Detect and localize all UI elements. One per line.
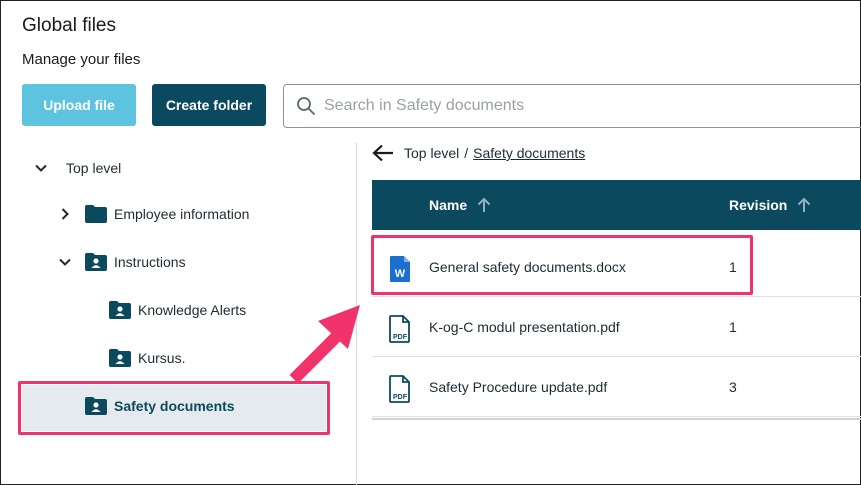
tree-item-label: Instructions [114, 254, 186, 270]
table-bottom-border [372, 418, 861, 420]
tree-item-label: Employee information [114, 206, 250, 222]
table-row[interactable]: PDF Safety Procedure update.pdf 3 [372, 357, 861, 417]
file-revision: 1 [729, 319, 737, 335]
shared-folder-icon [85, 253, 107, 271]
table-row[interactable]: PDF K-og-C modul presentation.pdf 1 [372, 297, 861, 357]
breadcrumb-current[interactable]: Safety documents [473, 145, 585, 161]
back-arrow-icon[interactable] [372, 144, 394, 162]
chevron-down-icon[interactable] [34, 161, 48, 175]
tree-item-knowledge-alerts[interactable]: Knowledge Alerts [108, 300, 246, 320]
svg-text:PDF: PDF [393, 334, 408, 341]
breadcrumb: Top level / Safety documents [372, 144, 585, 162]
chevron-down-icon[interactable] [58, 255, 72, 269]
annotation-highlight-box [371, 235, 753, 295]
search-box[interactable] [283, 84, 861, 128]
pdf-icon: PDF [389, 315, 410, 343]
column-header-revision[interactable]: Revision [729, 180, 811, 230]
file-name[interactable]: Safety Procedure update.pdf [429, 357, 607, 417]
table-header: Name Revision [372, 180, 861, 230]
upload-file-button[interactable]: Upload file [22, 84, 136, 126]
tree-item-instructions[interactable]: Instructions [58, 252, 186, 272]
search-icon [297, 97, 315, 115]
tree-item-employee-information[interactable]: Employee information [58, 204, 249, 224]
shared-folder-icon [109, 349, 131, 367]
svg-text:PDF: PDF [393, 394, 408, 401]
folder-icon [85, 205, 107, 223]
chevron-right-icon[interactable] [58, 207, 72, 221]
tree-item-top-level[interactable]: Top level [34, 160, 121, 176]
pdf-icon: PDF [389, 375, 410, 403]
tree-item-kursus[interactable]: Kursus. [108, 348, 185, 368]
shared-folder-icon [109, 301, 131, 319]
file-name[interactable]: K-og-C modul presentation.pdf [429, 297, 620, 357]
column-header-name[interactable]: Name [429, 180, 491, 230]
tree-item-label: Top level [66, 160, 122, 176]
page-subtitle: Manage your files [22, 51, 141, 68]
create-folder-button[interactable]: Create folder [152, 84, 266, 126]
annotation-arrow-icon [289, 305, 360, 384]
tree-item-label: Knowledge Alerts [138, 302, 247, 318]
sort-arrow-up-icon[interactable] [477, 197, 491, 213]
page-title: Global files [22, 15, 116, 36]
file-revision: 3 [729, 379, 737, 395]
column-header-label: Name [429, 197, 468, 213]
tree-item-label: Kursus. [138, 350, 186, 366]
search-input[interactable] [324, 97, 824, 115]
sort-arrow-up-icon[interactable] [797, 197, 811, 213]
breadcrumb-root[interactable]: Top level [404, 145, 459, 161]
column-header-label: Revision [729, 197, 788, 213]
breadcrumb-separator: / [464, 145, 469, 161]
